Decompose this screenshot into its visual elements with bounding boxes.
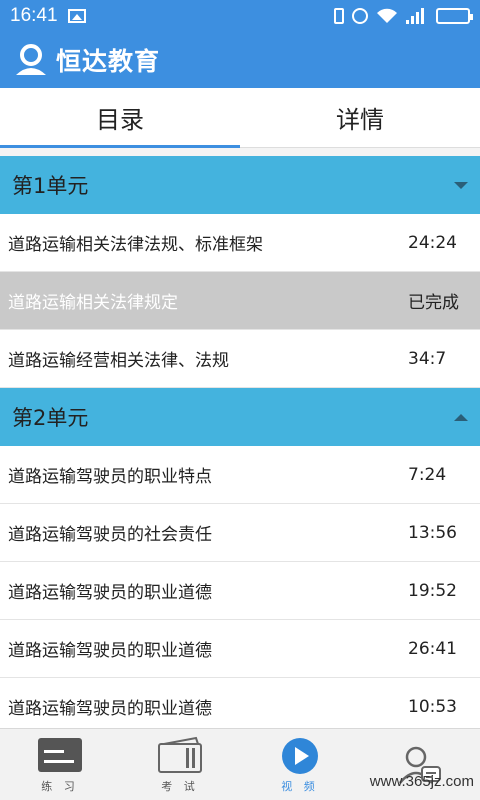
lesson-duration: 34:7 — [408, 348, 447, 369]
lesson-row[interactable]: 道路运输驾驶员的职业特点 7:24 — [0, 446, 480, 504]
status-time: 16:41 — [10, 5, 58, 26]
watermark: www.365jz.com — [369, 773, 474, 790]
lesson-title: 道路运输相关法律规定 — [8, 293, 178, 313]
nav-video[interactable]: 视 频 — [240, 729, 360, 800]
tab-details[interactable]: 详情 — [240, 88, 480, 147]
lesson-row[interactable]: 道路运输驾驶员的职业道德 26:41 — [0, 620, 480, 678]
lesson-row[interactable]: 道路运输驾驶员的职业道德 10:53 — [0, 678, 480, 728]
lesson-duration: 19:52 — [408, 580, 457, 601]
unit-header-1[interactable]: 第1单元 — [0, 156, 480, 214]
app-bar: 恒达教育 — [0, 32, 480, 88]
lesson-row-completed[interactable]: 道路运输相关法律规定 已完成 — [0, 272, 480, 330]
lesson-title: 道路运输驾驶员的职业特点 — [8, 467, 212, 487]
tab-label: 详情 — [336, 106, 384, 134]
tab-catalog[interactable]: 目录 — [0, 88, 240, 148]
nav-label: 视 频 — [281, 779, 319, 793]
caret-down-icon — [454, 181, 468, 189]
lesson-title: 道路运输驾驶员的职业道德 — [8, 699, 212, 719]
unit-header-2[interactable]: 第2单元 — [0, 388, 480, 446]
lesson-row[interactable]: 道路运输相关法律法规、标准框架 24:24 — [0, 214, 480, 272]
lesson-duration: 7:24 — [408, 464, 447, 485]
lesson-title: 道路运输驾驶员的社会责任 — [8, 525, 212, 545]
lesson-status: 已完成 — [408, 293, 459, 313]
lesson-title: 道路运输相关法律法规、标准框架 — [8, 235, 263, 255]
lesson-title: 道路运输经营相关法律、法规 — [8, 351, 229, 371]
nav-label: 考 试 — [161, 779, 199, 793]
nav-practice[interactable]: 练 习 — [0, 729, 120, 800]
app-logo-icon — [16, 44, 46, 75]
nav-label: 练 习 — [41, 779, 79, 793]
video-play-icon — [282, 737, 318, 774]
nav-exam[interactable]: 考 试 — [120, 729, 240, 800]
lesson-list[interactable]: 第1单元 道路运输相关法律法规、标准框架 24:24 道路运输相关法律规定 已完… — [0, 156, 480, 728]
unit-title: 第1单元 — [12, 174, 89, 198]
alarm-icon — [352, 8, 368, 24]
status-icons — [334, 8, 473, 24]
lesson-duration: 26:41 — [408, 638, 457, 659]
signal-icon — [406, 8, 428, 24]
lesson-duration: 13:56 — [408, 522, 457, 543]
lesson-title: 道路运输驾驶员的职业道德 — [8, 641, 212, 661]
tab-bar: 目录 详情 — [0, 88, 480, 148]
lesson-duration: 10:53 — [408, 696, 457, 717]
lesson-row[interactable]: 道路运输驾驶员的职业道德 19:52 — [0, 562, 480, 620]
tab-label: 目录 — [96, 106, 144, 134]
vibrate-icon — [334, 8, 344, 24]
image-notification-icon — [67, 9, 86, 23]
lesson-duration: 24:24 — [408, 232, 457, 253]
unit-title: 第2单元 — [12, 406, 89, 430]
battery-icon — [436, 8, 473, 24]
lesson-title: 道路运输驾驶员的职业道德 — [8, 583, 212, 603]
lesson-row[interactable]: 道路运输经营相关法律、法规 34:7 — [0, 330, 480, 388]
app-title: 恒达教育 — [56, 47, 161, 76]
exam-icon — [158, 736, 202, 773]
status-bar: 16:41 — [0, 0, 480, 32]
practice-icon — [38, 737, 82, 772]
wifi-icon — [377, 8, 397, 23]
caret-up-icon — [454, 413, 468, 421]
lesson-row[interactable]: 道路运输驾驶员的社会责任 13:56 — [0, 504, 480, 562]
